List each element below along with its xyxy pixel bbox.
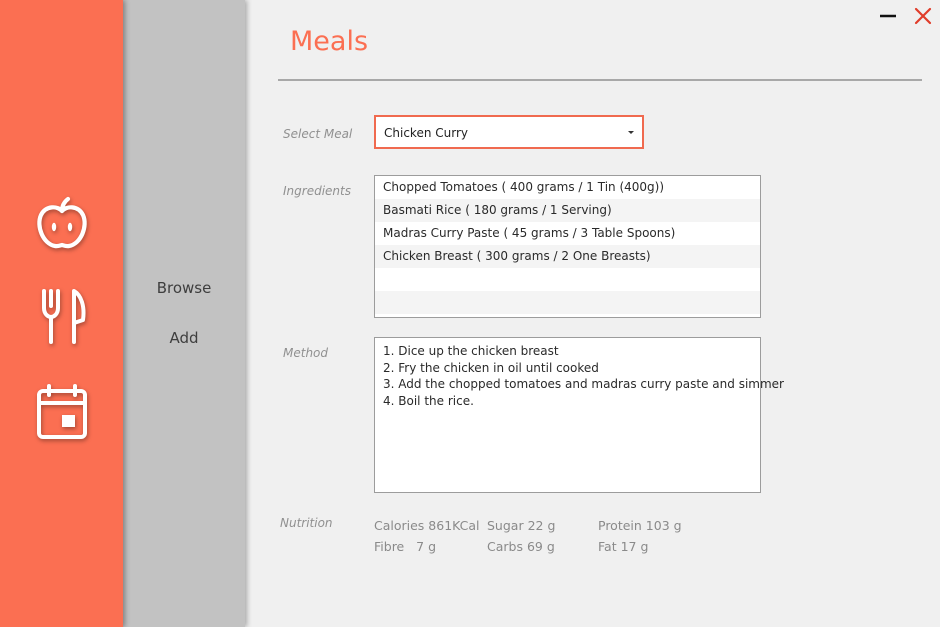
method-textarea[interactable]: 1. Dice up the chicken breast 2. Fry the… xyxy=(374,337,784,493)
list-item[interactable]: Madras Curry Paste ( 45 grams / 3 Table … xyxy=(375,222,760,245)
meal-select-value: Chicken Curry xyxy=(384,126,468,140)
select-meal-label: Select Meal xyxy=(283,127,353,141)
carbs-value: Carbs 69 g xyxy=(487,539,555,554)
nav-rail xyxy=(0,0,123,627)
list-item[interactable]: Chopped Tomatoes ( 400 grams / 1 Tin (40… xyxy=(375,176,760,199)
protein-value: Protein 103 g xyxy=(598,518,682,533)
add-nav-item[interactable]: Add xyxy=(123,329,245,347)
fat-value: Fat 17 g xyxy=(598,539,649,554)
ingredients-label: Ingredients xyxy=(283,184,351,198)
chevron-down-icon xyxy=(628,131,634,134)
apple-icon[interactable] xyxy=(34,196,90,252)
title-divider xyxy=(278,79,922,81)
main-content: Meals Select Meal Chicken Curry Ingredie… xyxy=(245,0,940,627)
close-icon xyxy=(914,7,932,25)
method-step: 1. Dice up the chicken breast xyxy=(383,344,559,358)
calories-value: Calories 861KCal xyxy=(374,518,480,533)
browse-nav-item[interactable]: Browse xyxy=(123,279,245,297)
fork-knife-icon[interactable] xyxy=(34,288,90,344)
close-button[interactable] xyxy=(913,6,935,28)
empty-list-row xyxy=(375,291,760,314)
method-label: Method xyxy=(283,346,329,360)
sub-nav: Browse Add xyxy=(123,0,245,627)
sugar-value: Sugar 22 g xyxy=(487,518,556,533)
meal-select[interactable]: Chicken Curry xyxy=(374,115,644,149)
calendar-icon[interactable] xyxy=(34,384,90,440)
minimize-button[interactable] xyxy=(878,6,900,28)
nutrition-label: Nutrition xyxy=(280,516,333,530)
list-item[interactable]: Chicken Breast ( 300 grams / 2 One Breas… xyxy=(375,245,760,268)
page-title: Meals xyxy=(290,26,369,57)
method-step: 3. Add the chopped tomatoes and madras c… xyxy=(383,377,784,391)
list-item[interactable]: Basmati Rice ( 180 grams / 1 Serving) xyxy=(375,199,760,222)
method-step: 4. Boil the rice. xyxy=(383,393,474,408)
empty-list-row xyxy=(375,268,760,291)
method-step: 2. Fry the chicken in oil until cooked xyxy=(383,360,599,375)
ingredients-list[interactable]: Chopped Tomatoes ( 400 grams / 1 Tin (40… xyxy=(374,175,761,318)
fibre-value: Fibre 7 g xyxy=(374,539,437,554)
minimize-icon xyxy=(880,14,896,18)
